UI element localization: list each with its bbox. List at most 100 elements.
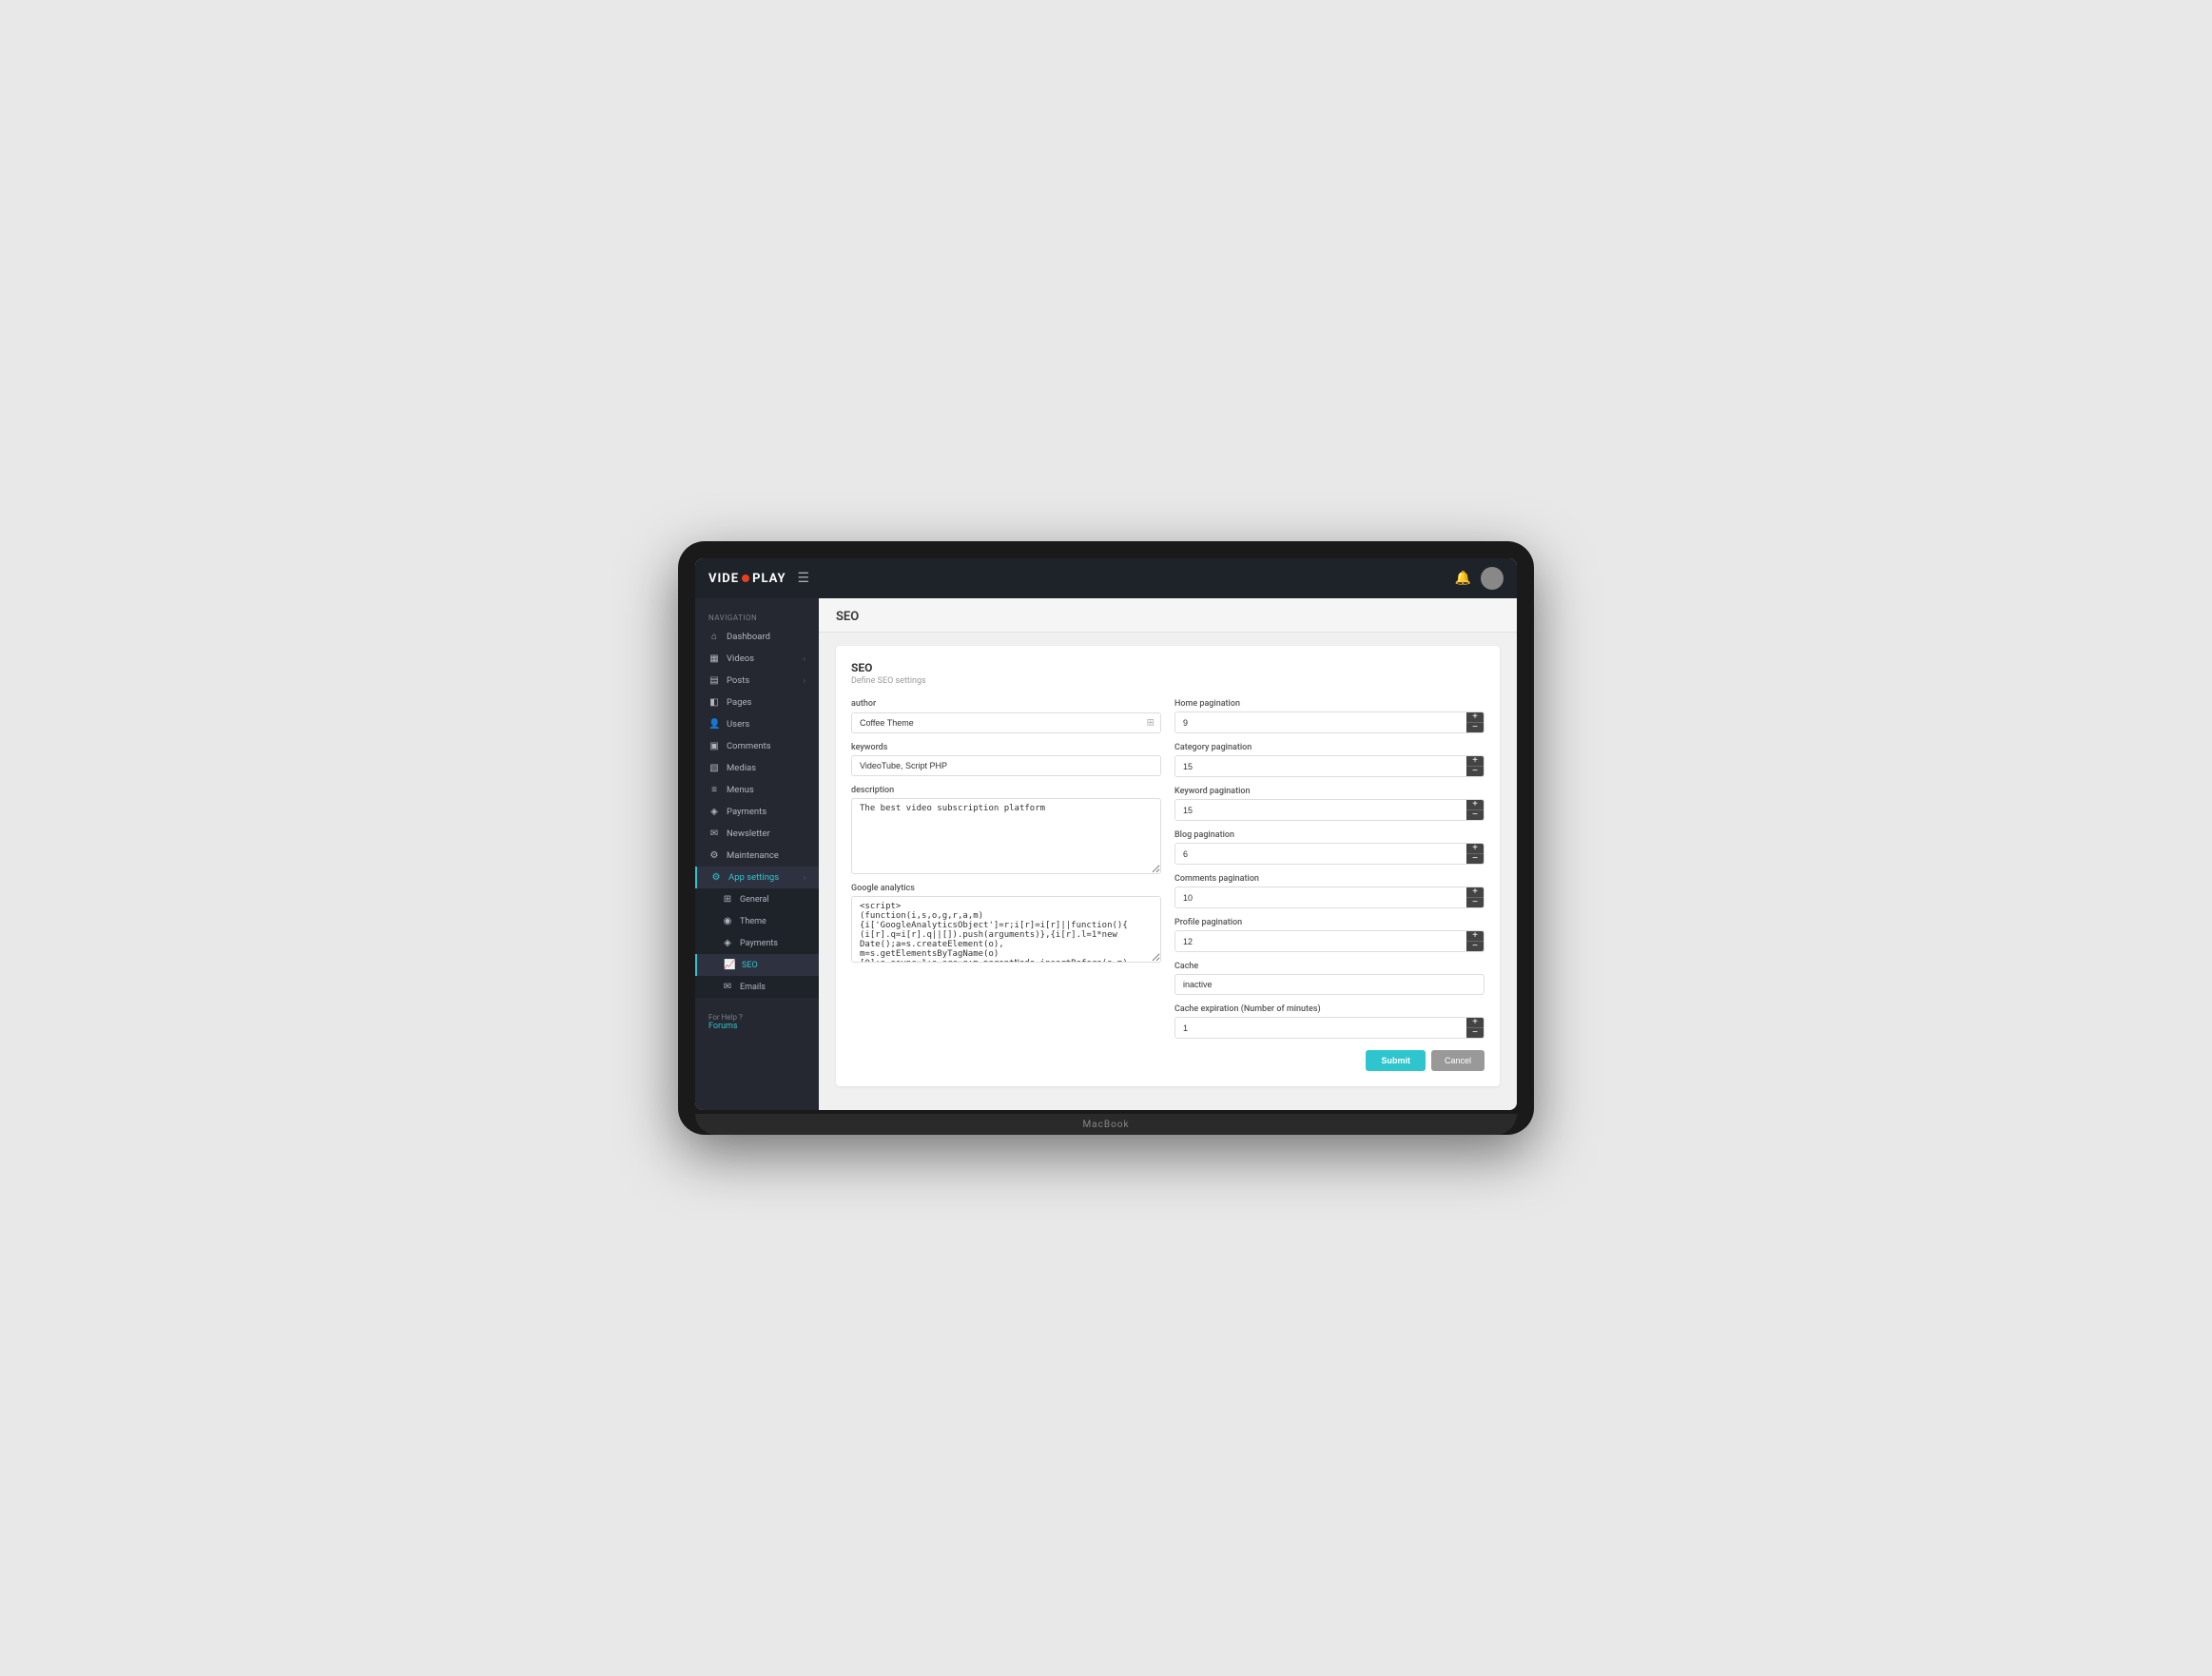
content: SEO SEO Define SEO settings author [819, 598, 1517, 1110]
keywords-input[interactable] [851, 755, 1161, 776]
category-pagination-input-group: + − [1174, 755, 1484, 777]
topbar-right: 🔔 [1455, 567, 1504, 590]
keyword-pagination-input[interactable] [1175, 800, 1466, 820]
chevron-icon: › [804, 873, 805, 882]
bell-icon[interactable]: 🔔 [1455, 571, 1471, 586]
form-section-title: SEO [851, 661, 1484, 674]
category-pagination-decrement[interactable]: − [1466, 767, 1484, 776]
sidebar-item-posts[interactable]: ▤ Posts › [695, 670, 819, 692]
sidebar-item-menus[interactable]: ≡ Menus [695, 779, 819, 801]
sidebar-item-users[interactable]: 👤 Users [695, 713, 819, 735]
posts-icon: ▤ [708, 675, 720, 686]
sidebar-submenu-label: General [740, 895, 769, 905]
home-pagination-label: Home pagination [1174, 699, 1484, 709]
sidebar-submenu-item-emails[interactable]: ✉ Emails [695, 976, 819, 998]
sidebar-item-newsletter[interactable]: ✉ Newsletter [695, 823, 819, 845]
chevron-icon: › [804, 654, 805, 663]
sidebar-submenu-item-general[interactable]: ⊞ General [695, 888, 819, 910]
sidebar-submenu-label: Emails [740, 983, 766, 992]
logo: VIDEPLAY [708, 572, 786, 586]
sidebar-item-label: Maintenance [727, 850, 779, 861]
form-right: Home pagination + − [1174, 699, 1484, 1039]
seo-icon: 📈 [724, 960, 735, 970]
cache-expiration-group: Cache expiration (Number of minutes) + − [1174, 1004, 1484, 1039]
keyword-pagination-group: Keyword pagination + − [1174, 787, 1484, 821]
form-left: author ⊞ keywords [851, 699, 1161, 1039]
hamburger-icon[interactable]: ☰ [798, 571, 810, 586]
description-label: description [851, 786, 1161, 795]
sidebar-item-app-settings[interactable]: ⚙ App settings › [695, 867, 819, 888]
videos-icon: ▦ [708, 653, 720, 664]
sidebar-submenu-item-payments[interactable]: ◈ Payments [695, 932, 819, 954]
maintenance-icon: ⚙ [708, 850, 720, 861]
cache-select[interactable]: inactive active [1174, 974, 1484, 995]
keyword-pagination-input-group: + − [1174, 799, 1484, 821]
author-group: author ⊞ [851, 699, 1161, 733]
avatar[interactable] [1481, 567, 1504, 590]
sidebar-item-label: Payments [727, 807, 766, 817]
home-pagination-btns: + − [1466, 712, 1484, 732]
cancel-button[interactable]: Cancel [1431, 1050, 1484, 1071]
sidebar-submenu-label: Theme [740, 917, 766, 926]
medias-icon: ▧ [708, 763, 720, 773]
author-input[interactable] [851, 712, 1161, 733]
sidebar-item-dashboard[interactable]: ⌂ Dashboard [695, 626, 819, 648]
category-pagination-input[interactable] [1175, 756, 1466, 776]
sidebar-item-label: Dashboard [727, 632, 770, 642]
sidebar-item-medias[interactable]: ▧ Medias [695, 757, 819, 779]
sidebar-item-label: App settings [728, 872, 779, 883]
profile-pagination-btns: + − [1466, 931, 1484, 951]
sidebar-submenu-label: Payments [740, 939, 778, 948]
cache-expiration-input[interactable] [1175, 1018, 1466, 1038]
sidebar-submenu-item-seo[interactable]: 📈 SEO [695, 954, 819, 976]
sidebar-item-label: Medias [727, 763, 756, 773]
page-header: SEO [819, 598, 1517, 633]
sidebar-item-comments[interactable]: ▣ Comments [695, 735, 819, 757]
description-textarea[interactable]: The best video subscription platform [851, 798, 1161, 874]
topbar-left: VIDEPLAY ☰ [708, 571, 809, 586]
newsletter-icon: ✉ [708, 828, 720, 839]
sidebar-item-pages[interactable]: ◧ Pages [695, 692, 819, 713]
comments-pagination-group: Comments pagination + − [1174, 874, 1484, 908]
sidebar-submenu: ⊞ General ◉ Theme ◈ Payments 📈 SEO [695, 888, 819, 998]
keywords-label: keywords [851, 743, 1161, 752]
keyword-pagination-decrement[interactable]: − [1466, 810, 1484, 820]
profile-pagination-group: Profile pagination + − [1174, 918, 1484, 952]
profile-pagination-decrement[interactable]: − [1466, 942, 1484, 951]
cache-expiration-input-group: + − [1174, 1017, 1484, 1039]
comments-pagination-decrement[interactable]: − [1466, 898, 1484, 907]
sidebar-item-maintenance[interactable]: ⚙ Maintenance [695, 845, 819, 867]
google-analytics-group: Google analytics <script> (function(i,s,… [851, 884, 1161, 963]
home-pagination-decrement[interactable]: − [1466, 723, 1484, 732]
pages-icon: ◧ [708, 697, 720, 708]
dashboard-icon: ⌂ [708, 632, 720, 642]
home-pagination-input[interactable] [1175, 712, 1466, 732]
sidebar-item-label: Posts [727, 675, 749, 686]
help-link[interactable]: Forums [708, 1022, 805, 1031]
form-section-subtitle: Define SEO settings [851, 676, 1484, 686]
author-input-wrapper: ⊞ [851, 711, 1161, 733]
cache-expiration-decrement[interactable]: − [1466, 1028, 1484, 1038]
logo-text-suffix: PLAY [752, 572, 786, 586]
submit-button[interactable]: Submit [1366, 1050, 1426, 1071]
category-pagination-group: Category pagination + − [1174, 743, 1484, 777]
profile-pagination-input[interactable] [1175, 931, 1466, 951]
blog-pagination-label: Blog pagination [1174, 830, 1484, 840]
google-analytics-textarea[interactable]: <script> (function(i,s,o,g,r,a,m){i['Goo… [851, 896, 1161, 963]
blog-pagination-input[interactable] [1175, 844, 1466, 864]
sidebar-item-label: Menus [727, 785, 754, 795]
sidebar-item-videos[interactable]: ▦ Videos › [695, 648, 819, 670]
profile-pagination-input-group: + − [1174, 930, 1484, 952]
sidebar-submenu-item-theme[interactable]: ◉ Theme [695, 910, 819, 932]
form-grid: author ⊞ keywords [851, 699, 1484, 1039]
cache-expiration-btns: + − [1466, 1018, 1484, 1038]
comments-pagination-input[interactable] [1175, 887, 1466, 907]
sidebar-submenu-label: SEO [742, 961, 758, 970]
cache-group: Cache inactive active [1174, 962, 1484, 995]
sidebar-item-payments[interactable]: ◈ Payments [695, 801, 819, 823]
sidebar-section-title: Navigation [695, 606, 819, 626]
blog-pagination-group: Blog pagination + − [1174, 830, 1484, 865]
author-label: author [851, 699, 1161, 709]
form-actions: Submit Cancel [851, 1050, 1484, 1071]
blog-pagination-decrement[interactable]: − [1466, 854, 1484, 864]
